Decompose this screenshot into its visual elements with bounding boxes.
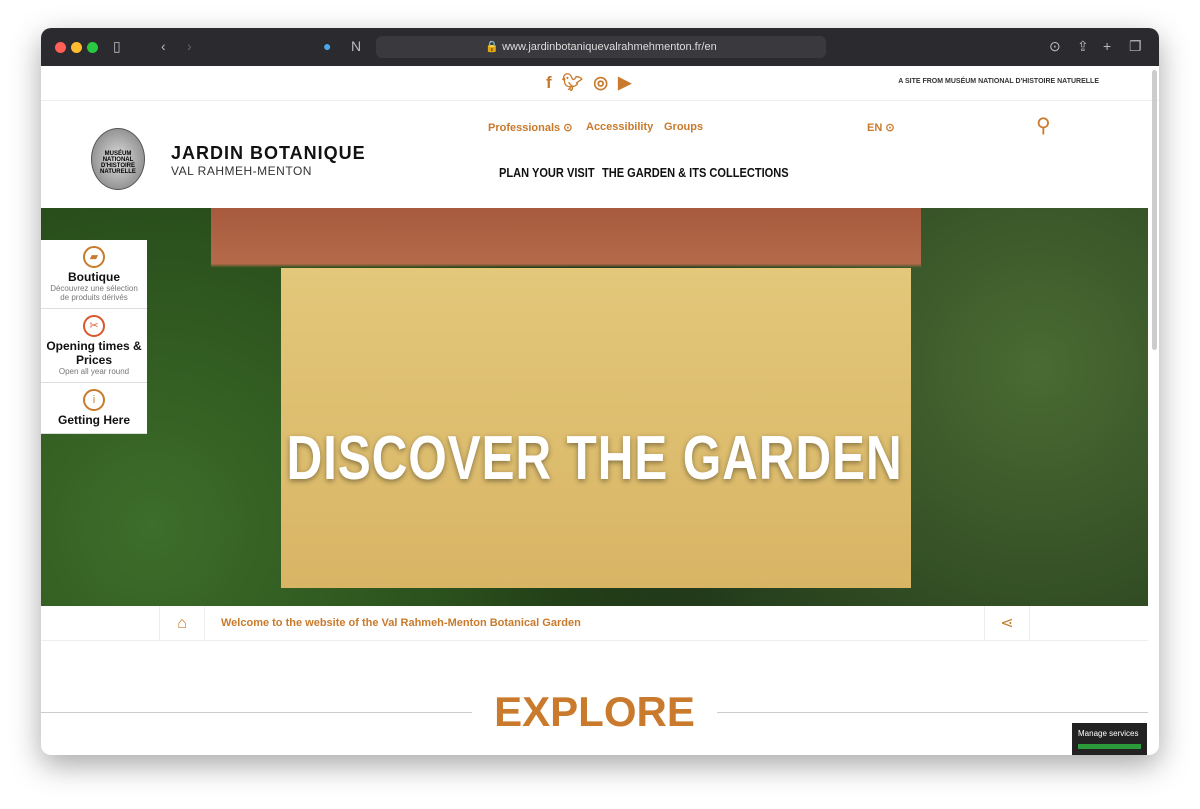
download-icon[interactable]: ⊙: [1049, 38, 1061, 55]
bag-icon: ▰: [83, 246, 105, 268]
nav-garden-collections[interactable]: THE GARDEN & ITS COLLECTIONS: [602, 165, 789, 180]
hero-title: DISCOVER THE GARDEN: [286, 424, 903, 493]
ticket-icon: ✂: [83, 315, 105, 337]
facebook-icon[interactable]: f: [546, 73, 552, 93]
share-icon[interactable]: ⇪: [1077, 38, 1089, 55]
nav-accessibility[interactable]: Accessibility: [586, 121, 653, 133]
brand[interactable]: JARDIN BOTANIQUE VAL RAHMEH-MENTON: [171, 143, 366, 178]
museum-logo[interactable]: MUSÉUM NATIONAL D'HISTOIRE NATURELLE: [91, 128, 145, 190]
breadcrumb: ⌂ Welcome to the website of the Val Rahm…: [41, 606, 1148, 641]
tabs-icon[interactable]: ❐: [1129, 38, 1142, 55]
top-bar: f 🐦︎ ◎ ▶ A SITE FROM MUSÉUM NATIONAL D'H…: [41, 66, 1159, 101]
site-header: MUSÉUM NATIONAL D'HISTOIRE NATURELLE JAR…: [41, 101, 1159, 208]
explore-section: EXPLORE: [41, 688, 1148, 736]
address-bar[interactable]: 🔒 www.jardinbotaniquevalrahmehmenton.fr/…: [376, 36, 826, 58]
scrollbar[interactable]: [1152, 70, 1157, 350]
hero-banner: DISCOVER THE GARDEN: [41, 208, 1148, 606]
nav-plan-visit[interactable]: PLAN YOUR VISIT: [499, 165, 595, 180]
browser-window: ▯ ‹ › ● N 🔒 www.jardinbotaniquevalrahmeh…: [41, 28, 1159, 755]
quick-links: ▰ Boutique Découvrez une sélection de prod…: [41, 240, 147, 434]
forward-icon[interactable]: ›: [187, 38, 192, 54]
share-icon[interactable]: ⋖: [984, 606, 1030, 641]
nav-professionals[interactable]: Professionals ⊙: [488, 121, 572, 134]
manage-services-button[interactable]: Manage services: [1072, 723, 1147, 755]
quick-link-getting-here[interactable]: i Getting Here: [41, 383, 147, 434]
url-text: www.jardinbotaniquevalrahmehmenton.fr/en: [502, 41, 717, 53]
language-selector[interactable]: EN ⊙: [867, 121, 895, 134]
back-icon[interactable]: ‹: [161, 38, 166, 54]
instagram-icon[interactable]: ◎: [593, 73, 608, 93]
museum-link[interactable]: A SITE FROM MUSÉUM NATIONAL D'HISTOIRE N…: [898, 78, 1099, 85]
browser-toolbar: ▯ ‹ › ● N 🔒 www.jardinbotaniquevalrahmeh…: [41, 28, 1159, 66]
extension-icon[interactable]: ●: [323, 38, 331, 54]
quick-link-boutique[interactable]: ▰ Boutique Découvrez une sélection de prod…: [41, 240, 147, 309]
breadcrumb-text: Welcome to the website of the Val Rahmeh…: [221, 617, 581, 629]
minimize-button[interactable]: [71, 42, 82, 53]
brand-subtitle: VAL RAHMEH-MENTON: [171, 164, 312, 178]
notion-icon[interactable]: N: [351, 38, 361, 54]
maximize-button[interactable]: [87, 42, 98, 53]
search-icon[interactable]: ⚲: [1036, 113, 1051, 138]
new-tab-icon[interactable]: +: [1103, 38, 1111, 54]
nav-groups[interactable]: Groups: [664, 121, 703, 133]
info-icon: i: [83, 389, 105, 411]
youtube-icon[interactable]: ▶: [618, 73, 631, 93]
social-links: f 🐦︎ ◎ ▶: [546, 73, 631, 93]
section-title: EXPLORE: [472, 688, 717, 735]
brand-title: JARDIN BOTANIQUE: [171, 143, 366, 163]
quick-link-opening-times[interactable]: ✂ Opening times & Prices Open all year rou…: [41, 309, 147, 383]
sidebar-icon[interactable]: ▯: [113, 38, 121, 55]
home-icon[interactable]: ⌂: [159, 606, 205, 641]
twitter-icon[interactable]: 🐦︎: [562, 73, 584, 93]
close-button[interactable]: [55, 42, 66, 53]
